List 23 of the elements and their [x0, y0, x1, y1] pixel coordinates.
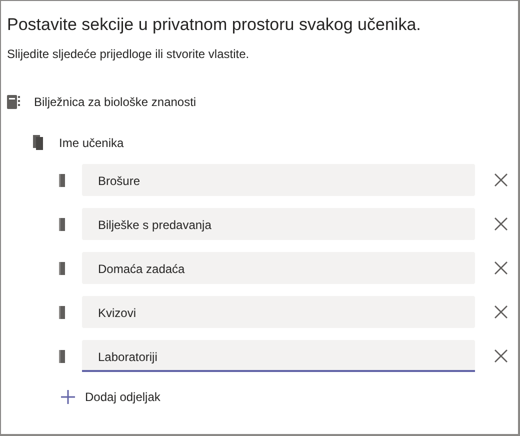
section-name-field[interactable]: Laboratoriji: [82, 340, 475, 372]
close-icon[interactable]: [492, 259, 510, 277]
section-icon: [59, 174, 65, 186]
section-name-field[interactable]: Bilješke s predavanja: [82, 208, 475, 240]
section-icon: [59, 350, 65, 362]
section-group-icon: [33, 135, 43, 150]
section-name-field[interactable]: Domaća zadaća: [82, 252, 475, 284]
section-name-field[interactable]: Brošure: [82, 164, 475, 196]
notebook-name: Bilježnica za biološke znanosti: [34, 95, 196, 109]
close-icon[interactable]: [492, 215, 510, 233]
close-icon[interactable]: [492, 171, 510, 189]
page-title: Postavite sekcije u privatnom prostoru svakog učenika.: [7, 15, 422, 35]
section-icon: [59, 262, 65, 274]
student-name: Ime učenika: [59, 136, 124, 150]
section-icon: [59, 218, 65, 230]
section-icon: [59, 306, 65, 318]
close-icon[interactable]: [492, 347, 510, 365]
add-section-button[interactable]: Dodaj odjeljak: [61, 390, 160, 404]
plus-icon: [61, 390, 75, 404]
notebook-icon: [7, 95, 20, 109]
instruction-text: Slijedite sljedeće prijedloge ili stvorite vlastite.: [7, 47, 250, 61]
close-icon[interactable]: [492, 303, 510, 321]
section-name-field[interactable]: Kvizovi: [82, 296, 475, 328]
